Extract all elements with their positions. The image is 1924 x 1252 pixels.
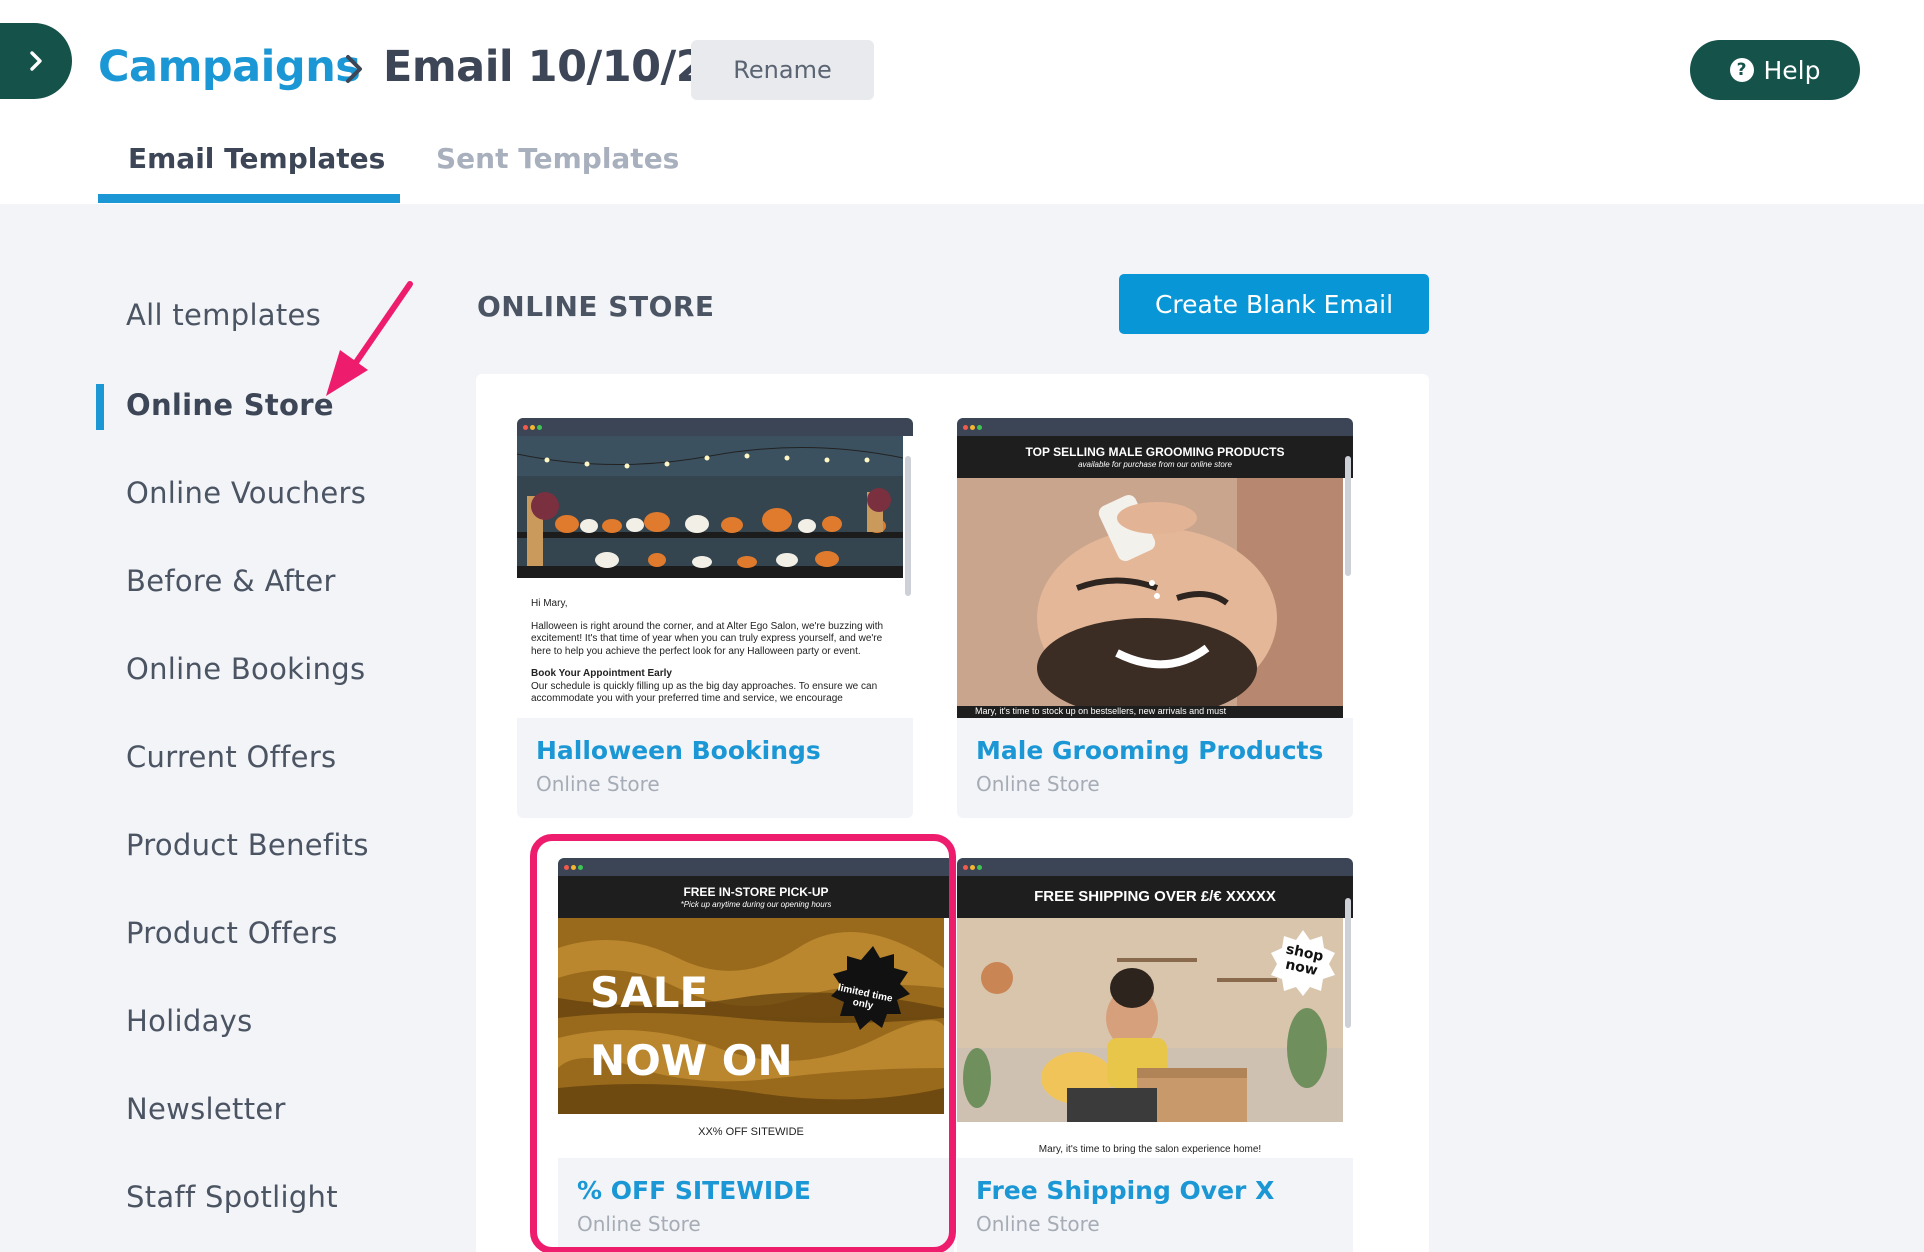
preview-body: Halloween is right around the corner, an… (531, 620, 884, 657)
active-category-indicator (96, 384, 104, 430)
sidebar-item-product-offers[interactable]: Product Offers (126, 916, 338, 950)
preview-title: TOP SELLING MALE GROOMING PRODUCTS (1025, 445, 1285, 459)
preview-banner: FREE SHIPPING OVER £/€ XXXXX (957, 876, 1353, 918)
template-preview: FREE SHIPPING OVER £/€ XXXXX shop now Ma… (957, 876, 1353, 1158)
sidebar-item-all-templates[interactable]: All templates (126, 298, 321, 332)
chevron-right-icon (346, 55, 362, 83)
rename-button[interactable]: Rename (691, 40, 874, 100)
preview-greeting: Hi Mary, (531, 598, 568, 609)
section-title: ONLINE STORE (477, 290, 715, 323)
sidebar-item-online-bookings[interactable]: Online Bookings (126, 652, 365, 686)
template-category: Online Store (536, 772, 660, 796)
top-header: Campaigns Email 10/10/24 Rename ? Help E… (0, 0, 1924, 204)
template-preview: Hi Mary, Halloween is right around the c… (517, 436, 913, 718)
preview-footer: Mary, it's time to bring the salon exper… (1038, 1144, 1262, 1155)
template-category: Online Store (976, 1212, 1100, 1236)
tab-sent-templates[interactable]: Sent Templates (436, 142, 679, 175)
help-button[interactable]: ? Help (1690, 40, 1860, 100)
breadcrumb-campaigns-link[interactable]: Campaigns (98, 42, 361, 92)
tab-email-templates[interactable]: Email Templates (128, 142, 385, 175)
preview-heading: Book Your Appointment Early (531, 668, 672, 679)
sidebar-item-before-after[interactable]: Before & After (126, 564, 336, 598)
help-label: Help (1763, 55, 1821, 85)
preview-title: FREE SHIPPING OVER £/€ XXXXX (1034, 888, 1276, 905)
chevron-right-icon (30, 51, 42, 71)
sidebar-item-newsletter[interactable]: Newsletter (126, 1092, 286, 1126)
active-tab-indicator (98, 194, 400, 203)
template-preview: TOP SELLING MALE GROOMING PRODUCTS avail… (957, 436, 1353, 718)
sidebar-item-staff-spotlight[interactable]: Staff Spotlight (126, 1180, 338, 1214)
template-name[interactable]: Male Grooming Products (976, 736, 1323, 765)
preview-banner: TOP SELLING MALE GROOMING PRODUCTS avail… (957, 436, 1353, 478)
expand-sidebar-button[interactable] (0, 23, 72, 99)
annotation-arrow-icon (326, 281, 413, 396)
browser-bar (957, 418, 1353, 436)
sidebar-item-holidays[interactable]: Holidays (126, 1004, 253, 1038)
template-card-male-grooming[interactable]: TOP SELLING MALE GROOMING PRODUCTS avail… (957, 418, 1353, 818)
browser-bar (517, 418, 913, 436)
template-name[interactable]: Free Shipping Over X (976, 1176, 1274, 1205)
man-face-photo (957, 478, 1343, 718)
sidebar-item-current-offers[interactable]: Current Offers (126, 740, 336, 774)
sidebar-item-online-store[interactable]: Online Store (126, 388, 334, 422)
sidebar-item-online-vouchers[interactable]: Online Vouchers (126, 476, 366, 510)
template-card-halloween[interactable]: Hi Mary, Halloween is right around the c… (517, 418, 913, 818)
preview-subtitle: available for purchase from our online s… (1078, 460, 1232, 469)
preview-footer: Mary, it's time to stock up on bestselle… (975, 706, 1227, 716)
preview-scrollbar[interactable] (1345, 898, 1351, 1028)
question-icon: ? (1729, 58, 1754, 82)
template-name[interactable]: Halloween Bookings (536, 736, 821, 765)
template-card-free-shipping[interactable]: FREE SHIPPING OVER £/€ XXXXX shop now Ma… (957, 858, 1353, 1252)
create-blank-email-button[interactable]: Create Blank Email (1119, 274, 1429, 334)
sidebar-item-product-benefits[interactable]: Product Benefits (126, 828, 369, 862)
preview-scrollbar[interactable] (905, 456, 911, 596)
browser-bar (957, 858, 1353, 876)
page-title: Email 10/10/24 (383, 42, 735, 92)
preview-body: Our schedule is quickly filling up as th… (531, 680, 878, 705)
template-category: Online Store (976, 772, 1100, 796)
preview-scrollbar[interactable] (1345, 456, 1351, 576)
annotation-highlight-box (530, 834, 956, 1252)
pumpkins-photo (517, 436, 903, 578)
